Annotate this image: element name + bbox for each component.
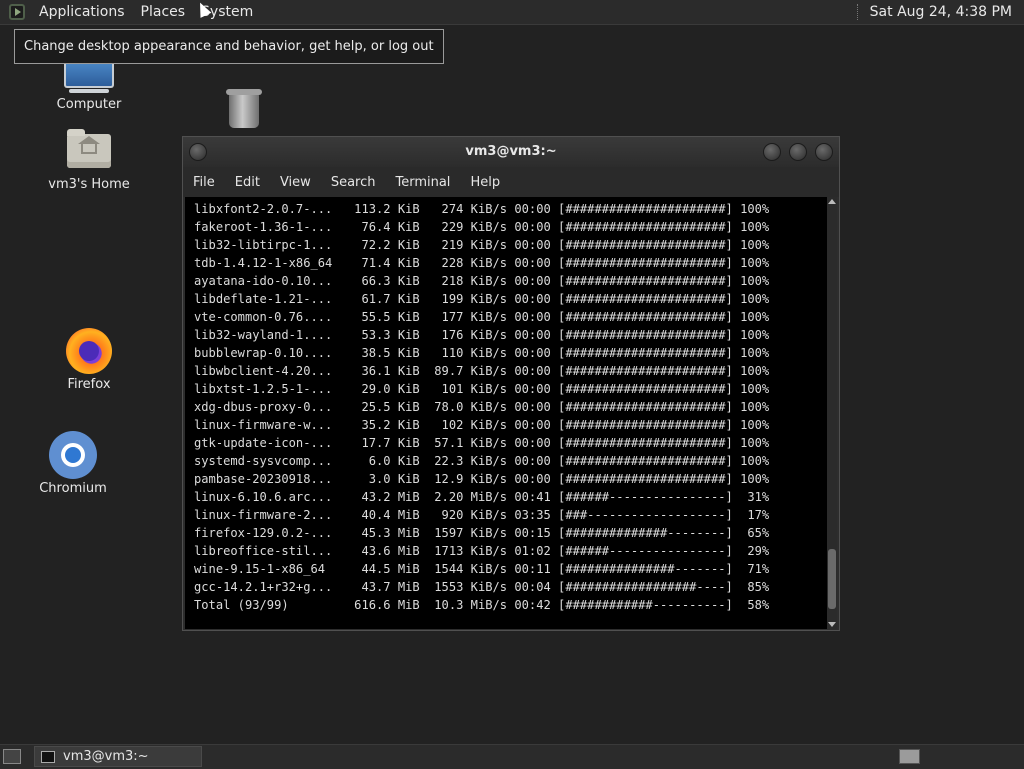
window-menu-button[interactable] bbox=[189, 143, 207, 161]
terminal-line: libxfont2-2.0.7-... 113.2 KiB 274 KiB/s … bbox=[194, 202, 770, 216]
top-panel: Applications Places System Sat Aug 24, 4… bbox=[0, 0, 1024, 25]
terminal-line: vte-common-0.76.... 55.5 KiB 177 KiB/s 0… bbox=[194, 310, 770, 324]
house-icon bbox=[78, 136, 100, 154]
terminal-line: libreoffice-stil... 43.6 MiB 1713 KiB/s … bbox=[194, 544, 770, 558]
home-label: vm3's Home bbox=[48, 177, 130, 192]
menu-terminal[interactable]: Terminal bbox=[385, 175, 460, 190]
show-desktop-button[interactable] bbox=[3, 749, 21, 764]
distro-logo-icon[interactable] bbox=[9, 4, 25, 20]
computer-icon bbox=[64, 62, 114, 88]
terminal-line: bubblewrap-0.10.... 38.5 KiB 110 KiB/s 0… bbox=[194, 346, 770, 360]
chromium-icon bbox=[49, 431, 97, 479]
terminal-icon bbox=[41, 750, 55, 763]
terminal-menubar: File Edit View Search Terminal Help bbox=[183, 167, 839, 197]
workspace-switcher[interactable] bbox=[899, 749, 920, 764]
minimize-button[interactable] bbox=[763, 143, 781, 161]
terminal-line: libdeflate-1.21-... 61.7 KiB 199 KiB/s 0… bbox=[194, 292, 770, 306]
terminal-line: linux-firmware-2... 40.4 MiB 920 KiB/s 0… bbox=[194, 508, 770, 522]
terminal-line: tdb-1.4.12-1-x86_64 71.4 KiB 228 KiB/s 0… bbox=[194, 256, 770, 270]
terminal-lines: libxfont2-2.0.7-... 113.2 KiB 274 KiB/s … bbox=[185, 197, 827, 614]
scrollbar-thumb[interactable] bbox=[828, 549, 836, 609]
terminal-line: systemd-sysvcomp... 6.0 KiB 22.3 KiB/s 0… bbox=[194, 454, 770, 468]
terminal-output[interactable]: libxfont2-2.0.7-... 113.2 KiB 274 KiB/s … bbox=[185, 197, 827, 629]
system-menu-tooltip: Change desktop appearance and behavior, … bbox=[14, 29, 444, 64]
terminal-line: linux-firmware-w... 35.2 KiB 102 KiB/s 0… bbox=[194, 418, 770, 432]
terminal-titlebar[interactable]: vm3@vm3:~ bbox=[183, 137, 839, 167]
terminal-line: pambase-20230918... 3.0 KiB 12.9 KiB/s 0… bbox=[194, 472, 770, 486]
places-menu[interactable]: Places bbox=[133, 4, 194, 20]
firefox-icon bbox=[66, 328, 112, 374]
trash-icon bbox=[226, 89, 262, 128]
chromium-label: Chromium bbox=[39, 481, 107, 496]
menu-search[interactable]: Search bbox=[321, 175, 386, 190]
terminal-line: gcc-14.2.1+r32+g... 43.7 MiB 1553 KiB/s … bbox=[194, 580, 770, 594]
terminal-line: libxtst-1.2.5-1-... 29.0 KiB 101 KiB/s 0… bbox=[194, 382, 770, 396]
terminal-line: Total (93/99) 616.6 MiB 10.3 MiB/s 00:42… bbox=[194, 598, 770, 612]
taskbar-item-label: vm3@vm3:~ bbox=[63, 749, 149, 764]
terminal-line: ayatana-ido-0.10... 66.3 KiB 218 KiB/s 0… bbox=[194, 274, 770, 288]
maximize-button[interactable] bbox=[789, 143, 807, 161]
bottom-panel: vm3@vm3:~ bbox=[0, 744, 1024, 769]
terminal-line: fakeroot-1.36-1-... 76.4 KiB 229 KiB/s 0… bbox=[194, 220, 770, 234]
terminal-scrollbar[interactable] bbox=[827, 197, 837, 629]
terminal-line: lib32-wayland-1.... 53.3 KiB 176 KiB/s 0… bbox=[194, 328, 770, 342]
terminal-line: gtk-update-icon-... 17.7 KiB 57.1 KiB/s … bbox=[194, 436, 770, 450]
applications-menu[interactable]: Applications bbox=[31, 4, 133, 20]
desktop-icon-home[interactable]: vm3's Home bbox=[44, 129, 134, 192]
menu-help[interactable]: Help bbox=[460, 175, 510, 190]
desktop-icon-trash[interactable] bbox=[222, 89, 266, 128]
menu-edit[interactable]: Edit bbox=[225, 175, 270, 190]
desktop-icon-computer[interactable]: Computer bbox=[48, 62, 130, 112]
scroll-down-icon[interactable] bbox=[828, 622, 836, 627]
terminal-line: wine-9.15-1-x86_64 44.5 MiB 1544 KiB/s 0… bbox=[194, 562, 770, 576]
scroll-up-icon[interactable] bbox=[828, 199, 836, 204]
computer-stand bbox=[69, 89, 109, 93]
firefox-label: Firefox bbox=[67, 377, 111, 392]
panel-separator bbox=[856, 4, 862, 20]
taskbar-item-terminal[interactable]: vm3@vm3:~ bbox=[34, 746, 202, 767]
menu-file[interactable]: File bbox=[183, 175, 225, 190]
terminal-line: linux-6.10.6.arc... 43.2 MiB 2.20 MiB/s … bbox=[194, 490, 770, 504]
terminal-window[interactable]: vm3@vm3:~ File Edit View Search Terminal… bbox=[182, 136, 840, 631]
close-button[interactable] bbox=[815, 143, 833, 161]
computer-label: Computer bbox=[56, 97, 122, 112]
terminal-line: libwbclient-4.20... 36.1 KiB 89.7 KiB/s … bbox=[194, 364, 770, 378]
clock[interactable]: Sat Aug 24, 4:38 PM bbox=[870, 4, 1012, 20]
desktop-icon-chromium[interactable]: Chromium bbox=[38, 431, 108, 496]
terminal-line: xdg-dbus-proxy-0... 25.5 KiB 78.0 KiB/s … bbox=[194, 400, 770, 414]
home-folder-icon bbox=[67, 129, 111, 168]
menu-view[interactable]: View bbox=[270, 175, 321, 190]
terminal-line: lib32-libtirpc-1... 72.2 KiB 219 KiB/s 0… bbox=[194, 238, 770, 252]
terminal-title: vm3@vm3:~ bbox=[465, 144, 557, 159]
desktop-icon-firefox[interactable]: Firefox bbox=[60, 328, 118, 392]
terminal-line: firefox-129.0.2-... 45.3 MiB 1597 KiB/s … bbox=[194, 526, 770, 540]
